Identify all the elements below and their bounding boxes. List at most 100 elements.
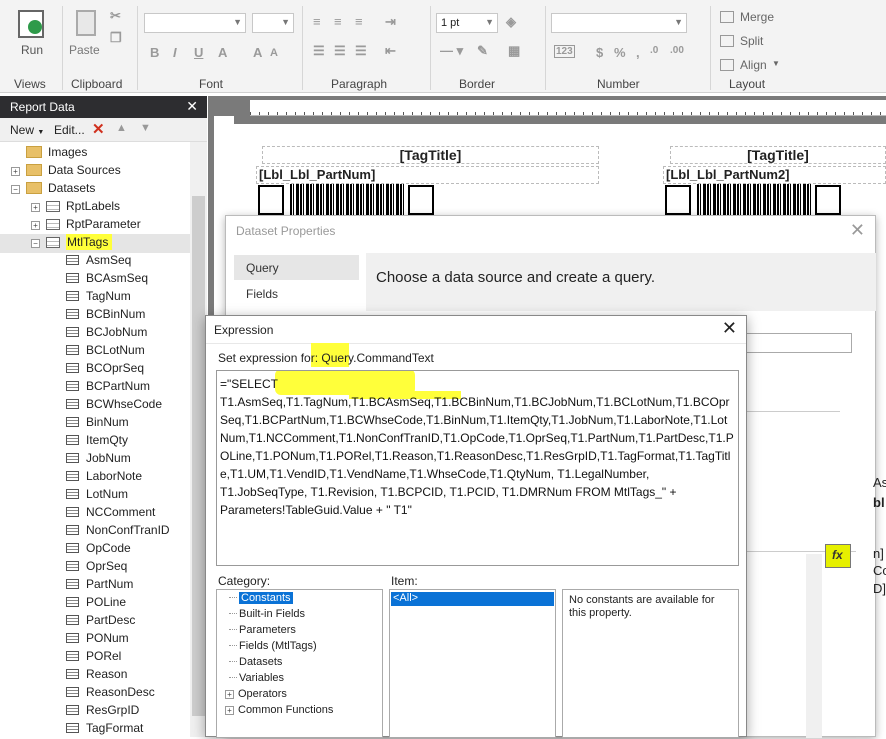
- align-middle-icon[interactable]: ☰: [334, 43, 346, 59]
- field-item[interactable]: BCJobNum: [66, 325, 147, 343]
- field-item[interactable]: BCWhseCode: [66, 397, 162, 415]
- align-bottom-icon[interactable]: ☰: [355, 43, 367, 59]
- comma-icon[interactable]: ,: [636, 45, 640, 60]
- field-item[interactable]: OpCode: [66, 541, 131, 559]
- field-item[interactable]: POLine: [66, 595, 126, 613]
- field-item[interactable]: BCPartNum: [66, 379, 150, 397]
- align-right-icon[interactable]: ≡: [355, 14, 363, 29]
- delete-icon[interactable]: ✕: [92, 120, 105, 138]
- placeholder-icon[interactable]: 123: [554, 45, 575, 58]
- field-item[interactable]: BCLotNum: [66, 343, 145, 361]
- font-color-icon[interactable]: A: [218, 45, 227, 60]
- field-item[interactable]: PORel: [66, 649, 121, 667]
- align-button[interactable]: Align ▼: [720, 57, 780, 75]
- align-center-icon[interactable]: ≡: [334, 14, 342, 29]
- field-item[interactable]: Reason: [66, 667, 127, 685]
- dataset-input[interactable]: [746, 333, 852, 353]
- expand-icon[interactable]: +: [11, 167, 20, 176]
- collapse-icon[interactable]: −: [11, 185, 20, 194]
- field-item[interactable]: NonConfTranID: [66, 523, 170, 541]
- merge-button[interactable]: Merge: [720, 9, 780, 27]
- field-item[interactable]: PartDesc: [66, 613, 135, 631]
- field-item[interactable]: AsmSeq: [66, 253, 131, 271]
- field-item[interactable]: PONum: [66, 631, 129, 649]
- run-button[interactable]: Run: [14, 8, 50, 58]
- shrink-font-icon[interactable]: A: [270, 47, 278, 59]
- field-item[interactable]: ReasonDesc: [66, 685, 155, 703]
- cut-icon[interactable]: ✂: [110, 8, 121, 24]
- field-item[interactable]: LotNum: [66, 487, 128, 505]
- field-item[interactable]: JobNum: [66, 451, 131, 469]
- tree-item-data-sources[interactable]: + Data Sources: [11, 163, 121, 181]
- fill-color-icon[interactable]: ◈: [506, 14, 516, 30]
- outdent-icon[interactable]: ⇤: [385, 43, 396, 59]
- move-down-icon[interactable]: ▼: [140, 122, 151, 134]
- align-left-icon[interactable]: ≡: [313, 14, 321, 29]
- border-color-icon[interactable]: ✎: [477, 43, 488, 59]
- indent-icon[interactable]: ⇥: [385, 14, 396, 30]
- tag-title-2[interactable]: [TagTitle]: [670, 146, 886, 164]
- expression-button[interactable]: fx: [825, 544, 851, 568]
- expression-textarea[interactable]: ="SELECT T1.AsmSeq,T1.TagNum,T1.BCAsmSeq…: [216, 370, 739, 566]
- expand-icon[interactable]: +: [31, 203, 40, 212]
- category-item[interactable]: Variables: [229, 672, 284, 688]
- field-item[interactable]: BCBinNum: [66, 307, 145, 325]
- collapse-icon[interactable]: −: [31, 239, 40, 248]
- field-item[interactable]: BCOprSeq: [66, 361, 144, 379]
- category-item[interactable]: Fields (MtlTags): [229, 640, 317, 656]
- field-item[interactable]: ItemQty: [66, 433, 128, 451]
- tree-item-images[interactable]: Images: [26, 145, 87, 163]
- close-icon[interactable]: ✕: [850, 220, 865, 241]
- category-item[interactable]: Parameters: [229, 624, 296, 640]
- number-format-combo[interactable]: ▼: [551, 13, 687, 33]
- border-style-icon[interactable]: — ▾: [440, 43, 463, 59]
- tag-title-1[interactable]: [TagTitle]: [262, 146, 599, 164]
- font-size-combo[interactable]: ▼: [252, 13, 294, 33]
- border-width-combo[interactable]: 1 pt ▼: [436, 13, 498, 33]
- increase-decimal-icon[interactable]: .0: [650, 45, 658, 56]
- font-family-combo[interactable]: ▼: [144, 13, 246, 33]
- expand-icon[interactable]: +: [225, 690, 234, 699]
- close-icon[interactable]: ✕: [186, 98, 198, 115]
- item-all[interactable]: <All>: [391, 592, 554, 606]
- borders-icon[interactable]: ▦: [508, 43, 520, 59]
- category-item[interactable]: + Common Functions: [225, 704, 333, 720]
- field-item[interactable]: BCAsmSeq: [66, 271, 148, 289]
- nav-query[interactable]: Query: [234, 255, 359, 280]
- field-item[interactable]: PartNum: [66, 577, 133, 595]
- lbl-partnum-2[interactable]: [Lbl_Lbl_PartNum2]: [663, 166, 886, 184]
- tree-item-mtltags[interactable]: − MtlTags: [31, 234, 113, 253]
- field-item[interactable]: LaborNote: [66, 469, 142, 487]
- decrease-decimal-icon[interactable]: .00: [670, 45, 684, 56]
- expand-icon[interactable]: +: [225, 706, 234, 715]
- category-item[interactable]: Constants: [229, 592, 293, 608]
- tree-item-rptlabels[interactable]: + RptLabels: [31, 199, 120, 217]
- tree-item-datasets[interactable]: − Datasets: [11, 181, 95, 199]
- field-item[interactable]: TagFormat: [66, 721, 143, 739]
- category-item[interactable]: + Operators: [225, 688, 287, 704]
- split-button[interactable]: Split: [720, 33, 780, 51]
- field-item[interactable]: NCComment: [66, 505, 155, 523]
- category-item[interactable]: Built-in Fields: [229, 608, 305, 624]
- percent-icon[interactable]: %: [614, 45, 626, 60]
- query-scrollbar[interactable]: [806, 554, 822, 738]
- paste-button[interactable]: Paste: [66, 8, 106, 58]
- move-up-icon[interactable]: ▲: [116, 122, 127, 134]
- field-item[interactable]: ResGrpID: [66, 703, 139, 721]
- close-icon[interactable]: ✕: [722, 318, 737, 339]
- nav-fields[interactable]: Fields: [234, 281, 359, 306]
- currency-icon[interactable]: $: [596, 45, 603, 60]
- bold-icon[interactable]: B: [150, 45, 159, 60]
- copy-icon[interactable]: ❐: [110, 30, 122, 46]
- align-top-icon[interactable]: ☰: [313, 43, 325, 59]
- italic-icon[interactable]: I: [173, 45, 177, 60]
- tree-item-rptparameter[interactable]: + RptParameter: [31, 217, 141, 235]
- underline-icon[interactable]: U: [194, 45, 203, 60]
- lbl-partnum-1[interactable]: [Lbl_Lbl_PartNum]: [256, 166, 599, 184]
- field-item[interactable]: TagNum: [66, 289, 131, 307]
- category-item[interactable]: Datasets: [229, 656, 282, 672]
- field-item[interactable]: BinNum: [66, 415, 129, 433]
- scroll-thumb[interactable]: [192, 196, 205, 716]
- new-button[interactable]: New ▼: [10, 123, 44, 137]
- grow-font-icon[interactable]: A: [253, 45, 262, 60]
